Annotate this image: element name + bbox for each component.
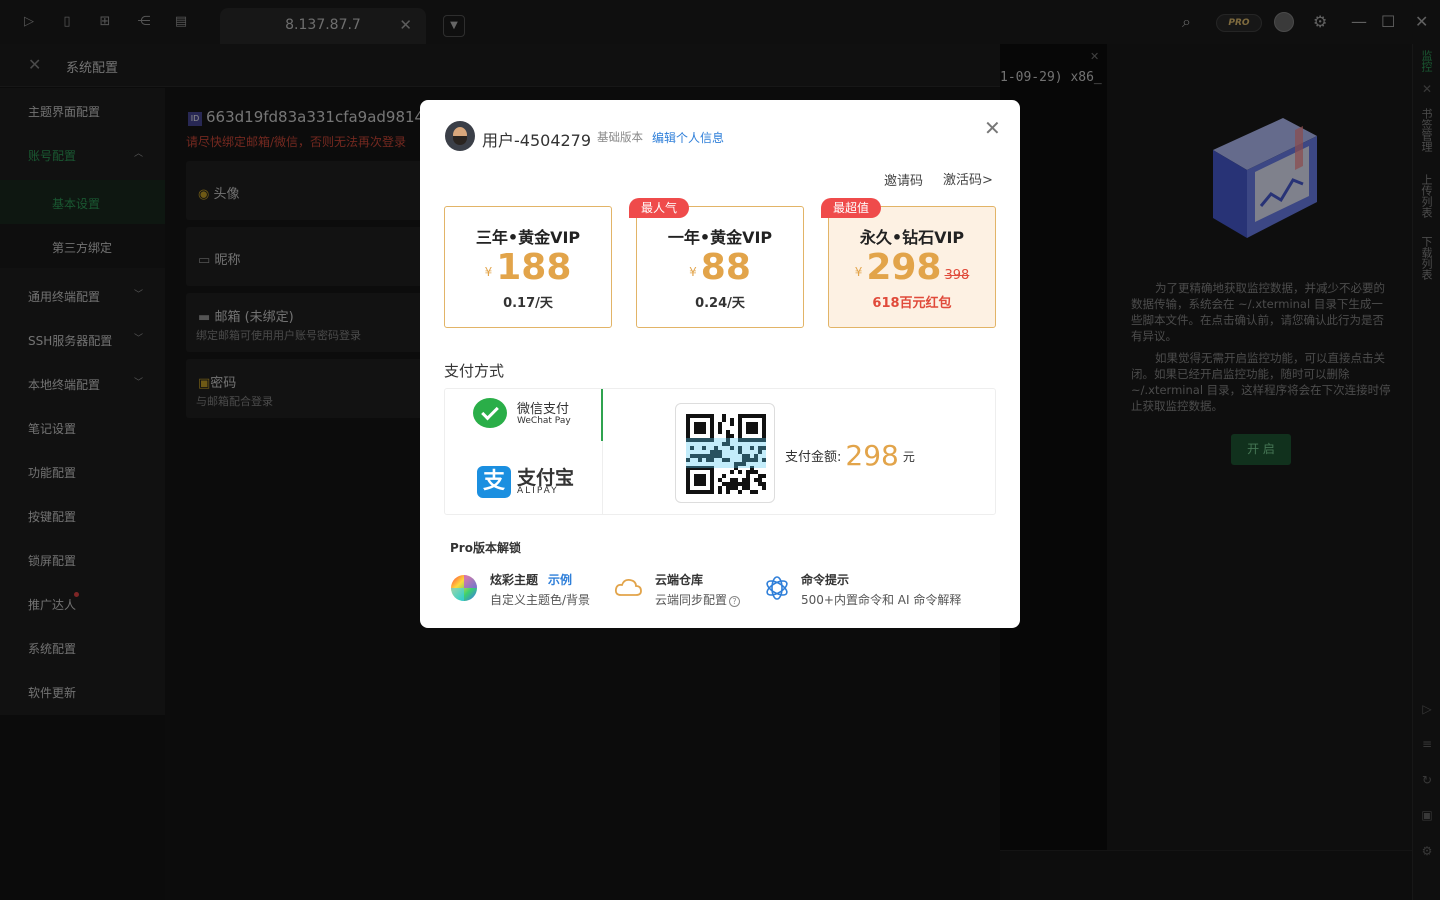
payment-qr-code xyxy=(675,403,775,503)
feature-command-title: 命令提示 xyxy=(801,573,850,587)
plan-bonus: 618百元红包 xyxy=(872,296,952,311)
wechat-pay-option[interactable]: 微信支付 WeChat Pay xyxy=(445,389,601,441)
payment-box: 微信支付 WeChat Pay 支 支付宝 ALIPAY 支付金额: 298 元 xyxy=(444,388,996,515)
modal-close-icon[interactable]: ✕ xyxy=(984,116,1001,140)
feature-cloud-title: 云端仓库 xyxy=(655,573,704,587)
plan-tag: 最人气 xyxy=(629,198,690,218)
plan-per-day: 0.17/天 xyxy=(503,296,553,311)
plan-card-lifetime[interactable]: 最超值 永久•钻石VIP ¥298 398 618百元红包 xyxy=(821,198,996,328)
plan-card-1year[interactable]: 最人气 一年•黄金VIP ¥88 0.24/天 xyxy=(629,198,804,328)
payment-title: 支付方式 xyxy=(444,362,505,380)
activation-code-link[interactable]: 激活码> xyxy=(943,169,993,188)
plan-price: ¥188 xyxy=(484,247,572,288)
vip-modal: 用户-4504279 基础版本 编辑个人信息 ✕ 邀请码 激活码> 三年•黄金V… xyxy=(420,100,1020,628)
plan-per-day: 0.24/天 xyxy=(695,296,745,311)
qr-code-icon xyxy=(686,414,766,494)
ai-icon xyxy=(766,576,788,600)
feature-command-sub: 500+内置命令和 AI 命令解释 xyxy=(801,593,962,607)
alipay-icon: 支 xyxy=(477,466,511,498)
invite-code-link[interactable]: 邀请码 xyxy=(884,170,923,189)
feature-theme-title: 炫彩主题 示例 xyxy=(490,573,573,587)
active-indicator xyxy=(601,389,603,441)
help-icon[interactable]: ? xyxy=(729,596,741,607)
plan-tag: 最超值 xyxy=(821,198,882,218)
user-avatar xyxy=(445,121,475,151)
color-wheel-icon xyxy=(451,575,477,601)
wechat-icon xyxy=(473,398,509,430)
alipay-option[interactable]: 支 支付宝 ALIPAY xyxy=(445,453,601,505)
old-price: 398 xyxy=(944,268,970,283)
feature-cloud-sub: 云端同步配置? xyxy=(655,591,741,608)
version-label: 基础版本 xyxy=(597,130,643,144)
plan-card-3year[interactable]: 三年•黄金VIP ¥188 0.17/天 xyxy=(444,206,612,328)
plan-price: ¥298 398 xyxy=(854,247,970,288)
cloud-icon xyxy=(614,578,642,596)
plan-price: ¥88 xyxy=(689,247,751,288)
pro-unlock-title: Pro版本解锁 xyxy=(450,541,521,555)
plan-name: 永久•钻石VIP xyxy=(859,228,965,247)
username: 用户-4504279 xyxy=(482,131,592,150)
plan-name: 一年•黄金VIP xyxy=(667,228,773,247)
feature-theme-sub: 自定义主题色/背景 xyxy=(490,593,591,607)
example-link[interactable]: 示例 xyxy=(548,573,572,587)
payment-methods: 微信支付 WeChat Pay 支 支付宝 ALIPAY xyxy=(445,389,603,514)
payment-amount: 支付金额: 298 元 xyxy=(785,439,915,472)
edit-profile-link[interactable]: 编辑个人信息 xyxy=(652,129,724,146)
plan-name: 三年•黄金VIP xyxy=(475,228,581,247)
